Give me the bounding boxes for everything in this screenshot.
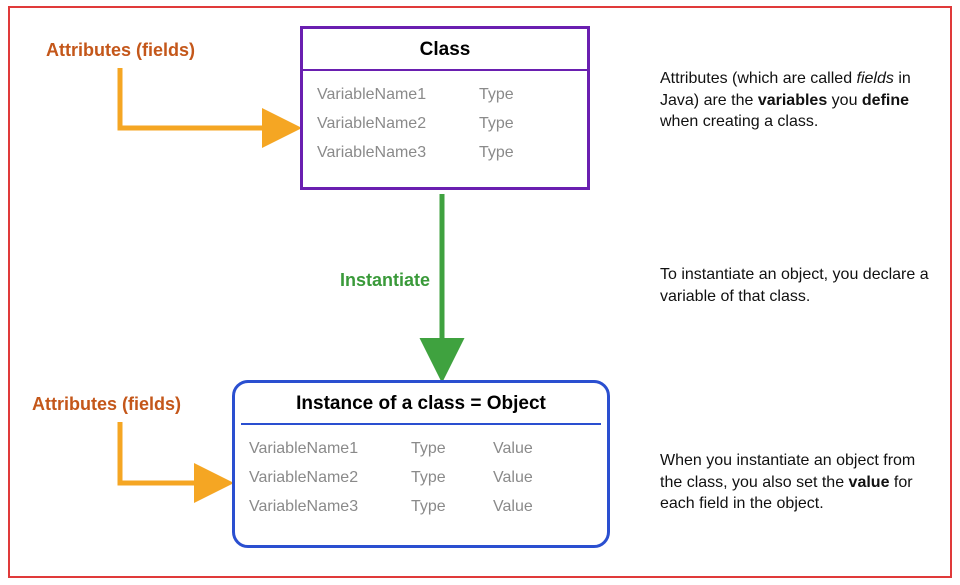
class-box-title: Class xyxy=(303,29,587,69)
object-box: Instance of a class = Object VariableNam… xyxy=(232,380,610,548)
desc-attributes: Attributes (which are called fields in J… xyxy=(660,68,930,133)
arrow-attributes-bottom xyxy=(120,422,226,483)
object-row: VariableName1 Type Value xyxy=(249,435,593,464)
class-var-name: VariableName2 xyxy=(317,110,457,139)
arrow-attributes-top xyxy=(120,68,294,128)
class-row: VariableName1 Type xyxy=(317,81,573,110)
obj-var-type: Type xyxy=(411,493,471,522)
class-row: VariableName2 Type xyxy=(317,110,573,139)
class-var-type: Type xyxy=(479,139,539,168)
class-row: VariableName3 Type xyxy=(317,139,573,168)
class-var-type: Type xyxy=(479,81,539,110)
desc-instantiate: To instantiate an object, you declare a … xyxy=(660,264,930,307)
object-row: VariableName2 Type Value xyxy=(249,464,593,493)
object-box-title: Instance of a class = Object xyxy=(235,383,607,423)
label-instantiate: Instantiate xyxy=(340,270,430,291)
class-var-name: VariableName1 xyxy=(317,81,457,110)
desc-object: When you instantiate an object from the … xyxy=(660,450,930,515)
label-attributes-bottom: Attributes (fields) xyxy=(32,394,181,415)
obj-var-value: Value xyxy=(493,493,553,522)
object-row: VariableName3 Type Value xyxy=(249,493,593,522)
diagram-frame: Attributes (fields) Attributes (fields) … xyxy=(8,6,952,578)
obj-var-name: VariableName1 xyxy=(249,435,389,464)
obj-var-name: VariableName2 xyxy=(249,464,389,493)
class-box: Class VariableName1 Type VariableName2 T… xyxy=(300,26,590,190)
object-box-rows: VariableName1 Type Value VariableName2 T… xyxy=(235,425,607,533)
class-var-name: VariableName3 xyxy=(317,139,457,168)
obj-var-name: VariableName3 xyxy=(249,493,389,522)
class-box-rows: VariableName1 Type VariableName2 Type Va… xyxy=(303,71,587,179)
class-var-type: Type xyxy=(479,110,539,139)
obj-var-type: Type xyxy=(411,464,471,493)
label-attributes-top: Attributes (fields) xyxy=(46,40,195,61)
obj-var-value: Value xyxy=(493,464,553,493)
obj-var-type: Type xyxy=(411,435,471,464)
obj-var-value: Value xyxy=(493,435,553,464)
